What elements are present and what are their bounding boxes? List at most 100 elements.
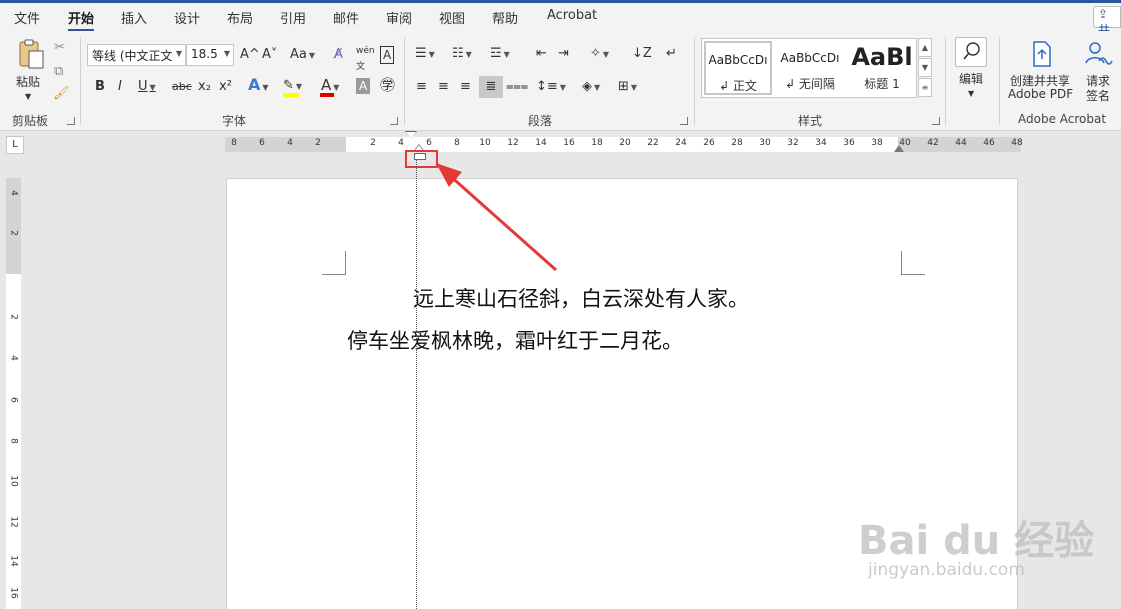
tab-review[interactable]: 审阅 bbox=[386, 8, 412, 27]
request-sign-label-2[interactable]: 签名 bbox=[1086, 87, 1110, 104]
multilevel-list-icon[interactable]: ☲ ▼ bbox=[490, 46, 510, 63]
highlight-color-swatch bbox=[283, 93, 299, 97]
document-line[interactable]: 远上寒山石径斜，白云深处有人家。 bbox=[413, 283, 749, 313]
font-group-label: 字体 bbox=[222, 114, 247, 128]
change-case-icon[interactable]: Aa ▼ bbox=[290, 47, 315, 64]
ruler-number: 4 bbox=[287, 138, 293, 148]
baidu-watermark-url: jingyan.baidu.com bbox=[868, 560, 1025, 580]
distributed-icon[interactable]: ⩶ bbox=[506, 79, 528, 95]
subscript-button[interactable]: x₂ bbox=[198, 79, 211, 95]
copy-icon[interactable]: ⧉ bbox=[54, 64, 63, 80]
format-painter-icon[interactable]: 🖌 bbox=[53, 86, 70, 102]
styles-group-label: 样式 bbox=[798, 114, 823, 128]
superscript-button[interactable]: x² bbox=[219, 79, 232, 95]
style-no-spacing[interactable]: AaBbCcDı ↲ 无间隔 bbox=[776, 41, 844, 95]
ruler-number: 2 bbox=[8, 230, 19, 236]
align-center-icon[interactable]: ≡ bbox=[438, 79, 449, 95]
bold-button[interactable]: B bbox=[95, 79, 105, 95]
ruler-number: 46 bbox=[983, 138, 995, 148]
clear-formatting-icon[interactable]: A̸ bbox=[334, 47, 343, 63]
style-heading-1[interactable]: AaBl 标题 1 bbox=[848, 41, 916, 95]
chevron-down-icon[interactable]: ▼ bbox=[968, 86, 974, 102]
tab-acrobat[interactable]: Acrobat bbox=[547, 8, 597, 23]
line-spacing-icon[interactable]: ↕≡ ▼ bbox=[536, 79, 566, 96]
group-separator bbox=[999, 37, 1000, 125]
paragraph-launcher-icon[interactable] bbox=[680, 117, 688, 125]
tab-view[interactable]: 视图 bbox=[439, 8, 465, 27]
tab-design[interactable]: 设计 bbox=[174, 8, 200, 27]
gallery-up-icon[interactable]: ▲ bbox=[918, 38, 932, 57]
document-line[interactable]: 停车坐爱枫林晚，霜叶红于二月花。 bbox=[347, 325, 683, 355]
bullets-icon[interactable]: ☰ ▼ bbox=[415, 46, 435, 63]
tab-layout[interactable]: 布局 bbox=[227, 8, 253, 27]
style-sample: AaBbCcDı bbox=[708, 53, 768, 67]
decrease-indent-icon[interactable]: ⇤ bbox=[536, 46, 547, 62]
character-shading-icon[interactable]: A bbox=[356, 78, 371, 94]
character-border-icon[interactable]: A bbox=[380, 46, 395, 64]
gallery-down-icon[interactable]: ▼ bbox=[918, 58, 932, 77]
font-size-select[interactable]: 18.5 ▼ bbox=[186, 44, 234, 66]
ruler-number: 44 bbox=[955, 138, 967, 148]
ruler-number: 4 bbox=[8, 355, 19, 361]
search-icon[interactable] bbox=[955, 37, 987, 67]
strikethrough-button[interactable]: abc bbox=[172, 79, 192, 95]
underline-button[interactable]: U ▼ bbox=[138, 79, 156, 96]
group-separator bbox=[80, 37, 81, 125]
ribbon-tab-bar: 文件 开始 插入 设计 布局 引用 邮件 审阅 视图 帮助 Acrobat ⇪共 bbox=[0, 3, 1121, 37]
style-normal[interactable]: AaBbCcDı ↲ 正文 bbox=[704, 41, 772, 95]
chinese-layout-icon[interactable]: ✧ ▼ bbox=[590, 46, 609, 63]
shrink-font-icon[interactable]: A˅ bbox=[262, 47, 277, 63]
text-effects-icon[interactable]: A ▼ bbox=[248, 77, 269, 96]
increase-indent-icon[interactable]: ⇥ bbox=[558, 46, 569, 62]
font-launcher-icon[interactable] bbox=[390, 117, 398, 125]
create-pdf-label-2[interactable]: Adobe PDF bbox=[1008, 87, 1073, 101]
italic-button[interactable]: I bbox=[118, 79, 122, 95]
tab-help[interactable]: 帮助 bbox=[492, 8, 518, 27]
annotation-highlight-box bbox=[405, 150, 438, 168]
font-color-letter: A bbox=[321, 76, 332, 94]
share-button[interactable]: ⇪共 bbox=[1093, 6, 1121, 37]
align-left-icon[interactable]: ≡ bbox=[416, 79, 427, 95]
adobe-group-label: Adobe Acrobat bbox=[1018, 112, 1107, 126]
tab-file[interactable]: 文件 bbox=[14, 8, 40, 27]
font-family-select[interactable]: 等线 (中文正文 ▼ bbox=[87, 44, 186, 66]
numbering-icon[interactable]: ☷ ▼ bbox=[452, 46, 472, 63]
sort-icon[interactable]: ↓Z bbox=[632, 46, 652, 62]
phonetic-guide-icon[interactable]: wén 文 bbox=[356, 43, 375, 75]
underline-label: U bbox=[138, 79, 148, 94]
paste-label[interactable]: 粘贴 bbox=[16, 73, 40, 90]
tab-references[interactable]: 引用 bbox=[280, 8, 306, 27]
right-indent-marker[interactable] bbox=[894, 145, 904, 152]
request-signature-icon[interactable] bbox=[1083, 39, 1113, 69]
clipboard-group-label: 剪贴板 bbox=[12, 114, 49, 128]
styles-launcher-icon[interactable] bbox=[932, 117, 940, 125]
create-pdf-icon[interactable] bbox=[1028, 39, 1056, 69]
vertical-ruler[interactable]: 4 2 2 4 6 8 10 12 14 16 bbox=[6, 178, 21, 609]
shading-icon[interactable]: ◈ ▼ bbox=[582, 79, 600, 96]
ruler-number: 4 bbox=[398, 138, 404, 148]
paste-icon[interactable] bbox=[16, 39, 46, 71]
style-name: ↲ 正文 bbox=[719, 79, 757, 93]
paste-dropdown-icon[interactable]: ▼ bbox=[25, 89, 31, 105]
ruler-number: 26 bbox=[703, 138, 715, 148]
show-marks-icon[interactable]: ↵ bbox=[666, 46, 677, 62]
ruler-number: 16 bbox=[8, 587, 19, 599]
tab-selector-icon[interactable]: L bbox=[6, 136, 24, 154]
enclose-characters-icon[interactable]: ㊫ bbox=[380, 77, 395, 93]
phonetic-label: wén bbox=[356, 46, 375, 56]
tab-home[interactable]: 开始 bbox=[68, 8, 95, 32]
align-right-icon[interactable]: ≡ bbox=[460, 79, 471, 95]
cut-icon[interactable]: ✂ bbox=[54, 40, 65, 56]
gallery-more-icon[interactable]: ≡ bbox=[918, 78, 932, 97]
chevron-down-icon: ▼ bbox=[223, 49, 230, 58]
ruler-number: 2 bbox=[8, 314, 19, 320]
editing-label[interactable]: 编辑 bbox=[959, 70, 983, 87]
tab-mailings[interactable]: 邮件 bbox=[333, 8, 359, 27]
font-family-value: 等线 (中文正文 bbox=[92, 49, 173, 63]
tab-insert[interactable]: 插入 bbox=[121, 8, 147, 27]
borders-icon[interactable]: ⊞ ▼ bbox=[618, 79, 637, 96]
group-separator bbox=[694, 37, 695, 125]
grow-font-icon[interactable]: A^ bbox=[240, 47, 260, 63]
clipboard-launcher-icon[interactable] bbox=[67, 117, 75, 125]
justify-icon[interactable]: ≣ bbox=[479, 76, 503, 98]
